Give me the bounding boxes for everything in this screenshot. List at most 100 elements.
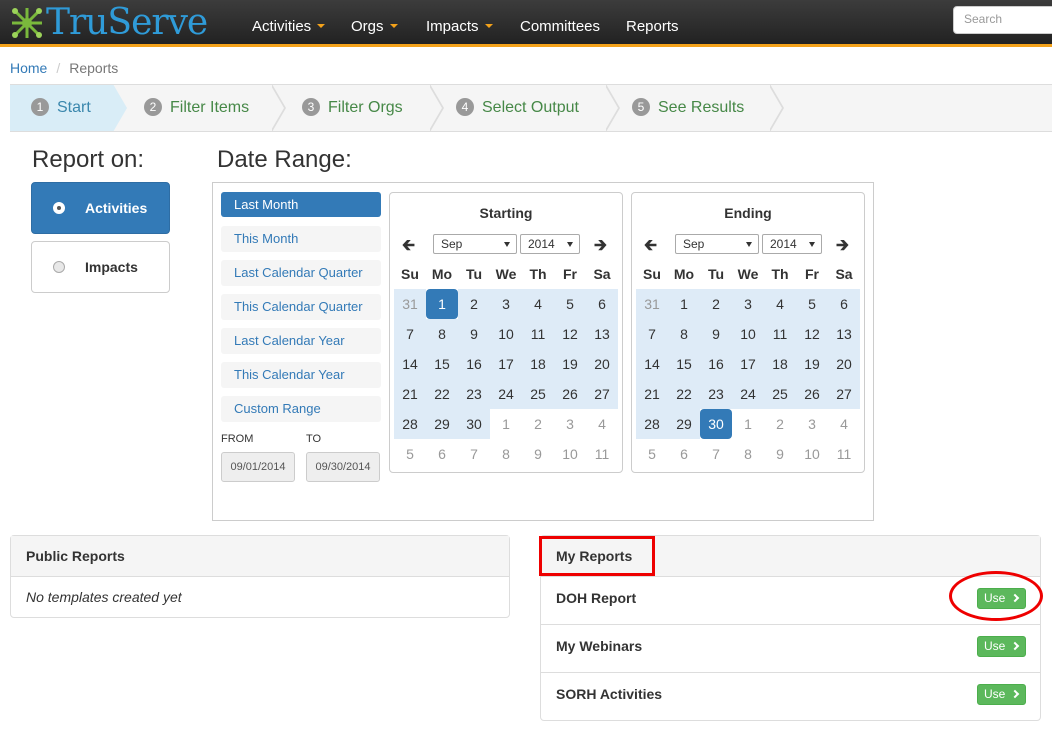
- calendar-day[interactable]: 2: [522, 409, 554, 439]
- wizard-step-filter-items[interactable]: 2 Filter Items: [127, 85, 267, 131]
- nav-committees[interactable]: Committees: [520, 0, 600, 47]
- calendar-day[interactable]: 8: [668, 319, 700, 349]
- calendar-day[interactable]: 27: [828, 379, 860, 409]
- prev-month-arrow-icon[interactable]: 🡰: [402, 234, 415, 261]
- range-this-month[interactable]: This Month: [221, 226, 381, 252]
- calendar-day[interactable]: 3: [554, 409, 586, 439]
- calendar-day[interactable]: 26: [796, 379, 828, 409]
- calendar-day[interactable]: 14: [636, 349, 668, 379]
- calendar-day[interactable]: 26: [554, 379, 586, 409]
- calendar-day[interactable]: 15: [668, 349, 700, 379]
- calendar-day[interactable]: 11: [522, 319, 554, 349]
- month-select[interactable]: Sep: [675, 234, 759, 254]
- calendar-day[interactable]: 7: [636, 319, 668, 349]
- breadcrumb-home-link[interactable]: Home: [10, 60, 47, 76]
- to-date-input[interactable]: 09/30/2014: [306, 452, 380, 482]
- calendar-day[interactable]: 25: [522, 379, 554, 409]
- range-custom[interactable]: Custom Range: [221, 396, 381, 422]
- nav-orgs[interactable]: Orgs: [351, 0, 398, 47]
- calendar-day[interactable]: 17: [732, 349, 764, 379]
- year-select[interactable]: 2014: [520, 234, 580, 254]
- calendar-day[interactable]: 21: [636, 379, 668, 409]
- use-sorh-activities-button[interactable]: Use: [977, 684, 1026, 705]
- calendar-day[interactable]: 8: [732, 439, 764, 469]
- calendar-day[interactable]: 23: [700, 379, 732, 409]
- calendar-day[interactable]: 21: [394, 379, 426, 409]
- calendar-day[interactable]: 8: [490, 439, 522, 469]
- calendar-day[interactable]: 2: [700, 289, 732, 319]
- calendar-day[interactable]: 9: [700, 319, 732, 349]
- calendar-day[interactable]: 20: [586, 349, 618, 379]
- calendar-day[interactable]: 6: [586, 289, 618, 319]
- nav-activities[interactable]: Activities: [252, 0, 326, 47]
- calendar-day[interactable]: 16: [458, 349, 490, 379]
- calendar-day[interactable]: 1: [668, 289, 700, 319]
- use-my-webinars-button[interactable]: Use: [977, 636, 1026, 657]
- year-select[interactable]: 2014: [762, 234, 822, 254]
- wizard-step-filter-orgs[interactable]: 3 Filter Orgs: [285, 85, 425, 131]
- calendar-day[interactable]: 30: [458, 409, 490, 439]
- calendar-day[interactable]: 10: [554, 439, 586, 469]
- calendar-day[interactable]: 7: [458, 439, 490, 469]
- calendar-day[interactable]: 6: [828, 289, 860, 319]
- month-select[interactable]: Sep: [433, 234, 517, 254]
- calendar-day[interactable]: 9: [764, 439, 796, 469]
- calendar-day[interactable]: 31: [636, 289, 668, 319]
- calendar-day[interactable]: 17: [490, 349, 522, 379]
- calendar-day[interactable]: 2: [458, 289, 490, 319]
- calendar-day[interactable]: 20: [828, 349, 860, 379]
- calendar-day[interactable]: 5: [636, 439, 668, 469]
- calendar-day[interactable]: 28: [636, 409, 668, 439]
- truserve-logo[interactable]: TruServe: [10, 4, 208, 42]
- calendar-day[interactable]: 7: [700, 439, 732, 469]
- calendar-day[interactable]: 7: [394, 319, 426, 349]
- calendar-day[interactable]: 16: [700, 349, 732, 379]
- report-on-activities-option[interactable]: Activities: [31, 182, 170, 234]
- calendar-day[interactable]: 5: [394, 439, 426, 469]
- calendar-day[interactable]: 24: [490, 379, 522, 409]
- calendar-day[interactable]: 24: [732, 379, 764, 409]
- wizard-step-start[interactable]: 1 Start: [10, 85, 113, 131]
- report-on-impacts-option[interactable]: Impacts: [31, 241, 170, 293]
- calendar-day[interactable]: 13: [586, 319, 618, 349]
- calendar-day[interactable]: 30: [700, 409, 732, 439]
- range-last-calendar-quarter[interactable]: Last Calendar Quarter: [221, 260, 381, 286]
- range-this-calendar-year[interactable]: This Calendar Year: [221, 362, 381, 388]
- calendar-day[interactable]: 1: [732, 409, 764, 439]
- wizard-step-see-results[interactable]: 5 See Results: [615, 85, 775, 131]
- calendar-day[interactable]: 4: [522, 289, 554, 319]
- from-date-input[interactable]: 09/01/2014: [221, 452, 295, 482]
- calendar-day[interactable]: 19: [796, 349, 828, 379]
- calendar-day[interactable]: 13: [828, 319, 860, 349]
- calendar-day[interactable]: 3: [490, 289, 522, 319]
- nav-impacts[interactable]: Impacts: [426, 0, 493, 47]
- calendar-day[interactable]: 10: [796, 439, 828, 469]
- next-month-arrow-icon[interactable]: 🡲: [836, 234, 849, 261]
- calendar-day[interactable]: 5: [796, 289, 828, 319]
- calendar-day[interactable]: 10: [490, 319, 522, 349]
- calendar-day[interactable]: 27: [586, 379, 618, 409]
- nav-reports[interactable]: Reports: [626, 0, 679, 47]
- calendar-day[interactable]: 12: [796, 319, 828, 349]
- calendar-day[interactable]: 15: [426, 349, 458, 379]
- calendar-day[interactable]: 4: [586, 409, 618, 439]
- calendar-day[interactable]: 4: [764, 289, 796, 319]
- prev-month-arrow-icon[interactable]: 🡰: [644, 234, 657, 261]
- calendar-day[interactable]: 14: [394, 349, 426, 379]
- calendar-day[interactable]: 2: [764, 409, 796, 439]
- calendar-day[interactable]: 3: [732, 289, 764, 319]
- calendar-day[interactable]: 18: [764, 349, 796, 379]
- calendar-day[interactable]: 10: [732, 319, 764, 349]
- calendar-day[interactable]: 11: [764, 319, 796, 349]
- calendar-day[interactable]: 9: [458, 319, 490, 349]
- calendar-day[interactable]: 11: [828, 439, 860, 469]
- calendar-day[interactable]: 22: [668, 379, 700, 409]
- calendar-day[interactable]: 29: [426, 409, 458, 439]
- calendar-day[interactable]: 3: [796, 409, 828, 439]
- calendar-day[interactable]: 6: [668, 439, 700, 469]
- range-last-month[interactable]: Last Month: [221, 192, 381, 217]
- calendar-day[interactable]: 5: [554, 289, 586, 319]
- calendar-day[interactable]: 1: [426, 289, 458, 319]
- wizard-step-select-output[interactable]: 4 Select Output: [439, 85, 609, 131]
- calendar-day[interactable]: 12: [554, 319, 586, 349]
